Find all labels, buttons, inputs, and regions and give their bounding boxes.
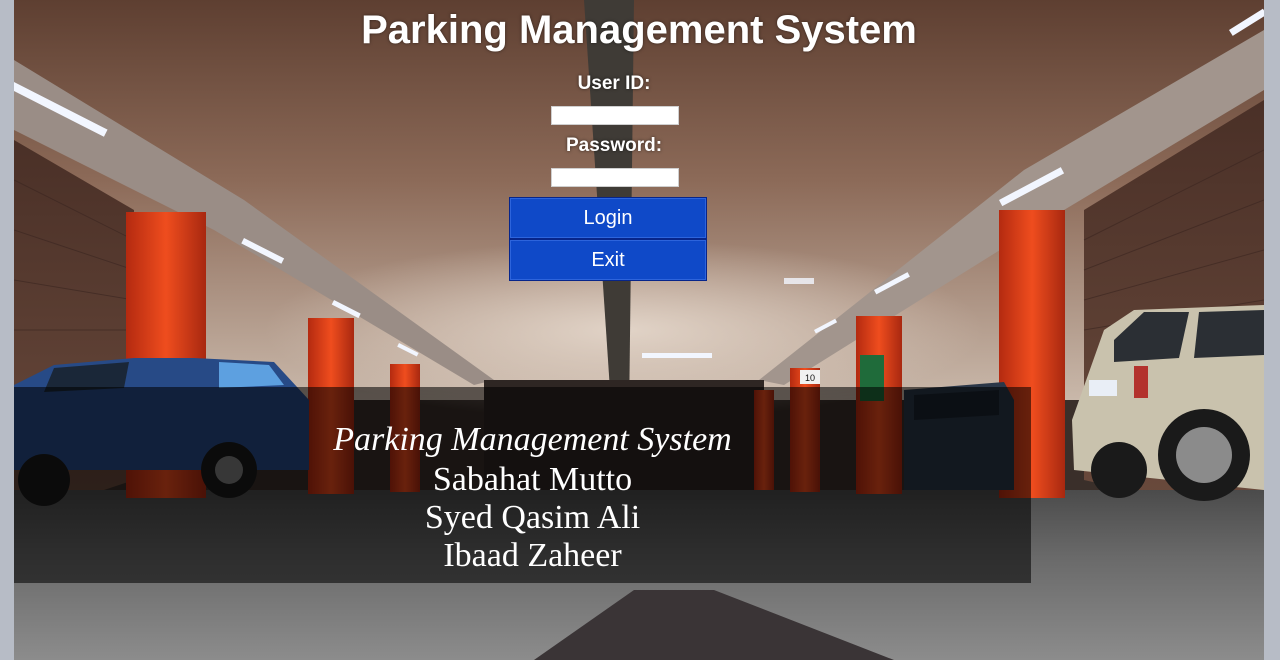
password-input[interactable] [551, 168, 679, 187]
app-window: 10 Parking Management System User ID: Pa… [14, 0, 1264, 660]
credits-panel: Parking Management System Sabahat Mutto … [14, 387, 1031, 583]
number-sign-text: 10 [805, 373, 815, 383]
user-id-label: User ID: [577, 73, 651, 94]
user-id-input[interactable] [551, 106, 679, 125]
password-label: Password: [565, 135, 663, 156]
credits-member: Ibaad Zaheer [443, 537, 622, 574]
app-title: Parking Management System [361, 8, 917, 52]
exit-button[interactable]: Exit [509, 239, 707, 281]
credits-title: Parking Management System [333, 421, 732, 458]
credits-member: Syed Qasim Ali [424, 499, 641, 536]
window-frame-right [1264, 0, 1280, 660]
login-button[interactable]: Login [509, 197, 707, 239]
window-frame-left [0, 0, 14, 660]
credits-member: Sabahat Mutto [432, 461, 633, 498]
